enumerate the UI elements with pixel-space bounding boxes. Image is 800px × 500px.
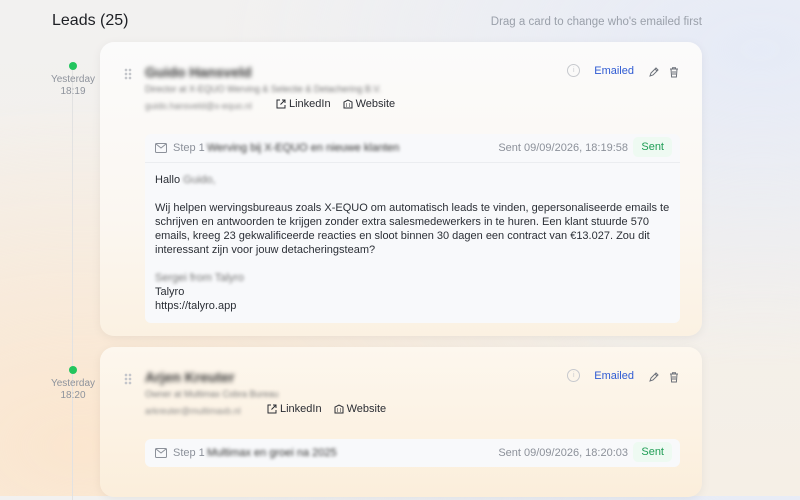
card-actions: i Emailed xyxy=(567,369,680,382)
lead-name: Guido Hansveld xyxy=(145,64,252,80)
drag-hint: Drag a card to change who's emailed firs… xyxy=(490,16,702,28)
timeline-marker: Yesterday 18:20 xyxy=(43,366,103,402)
website-link[interactable]: Website xyxy=(334,403,387,415)
website-link[interactable]: Website xyxy=(343,98,396,110)
timeline-time: 18:20 xyxy=(60,390,86,401)
email-step[interactable]: Step 1 Multimax en groei na 2025 Sent 09… xyxy=(145,439,680,467)
status-dot xyxy=(69,366,77,374)
step-header[interactable]: Step 1 Werving bij X-EQUO en nieuwe klan… xyxy=(145,134,680,163)
drag-handle-icon[interactable] xyxy=(124,68,132,80)
step-label: Step 1 xyxy=(173,447,205,459)
linkedin-link[interactable]: LinkedIn xyxy=(267,403,322,415)
greeting: Hallo xyxy=(155,174,181,186)
delete-icon[interactable] xyxy=(668,370,680,382)
lead-links: LinkedIn Website xyxy=(267,403,386,415)
status-dot xyxy=(69,62,77,70)
sent-badge: Sent xyxy=(633,137,672,157)
lead-links: LinkedIn Website xyxy=(276,98,395,110)
lead-role: Director at X-EQUO Werving & Selectie & … xyxy=(145,84,382,94)
timeline-line xyxy=(72,70,73,500)
status-badge: Emailed xyxy=(594,369,634,382)
website-label: Website xyxy=(355,98,396,110)
info-icon[interactable]: i xyxy=(567,64,581,77)
step-label: Step 1 xyxy=(173,142,205,154)
linkedin-label: LinkedIn xyxy=(280,403,322,415)
external-link-icon xyxy=(267,404,277,414)
email-subject: Multimax en groei na 2025 xyxy=(207,447,337,459)
lead-card[interactable]: Arjen Kreuter Owner at Multimax Cobra Bu… xyxy=(100,347,702,497)
timeline-day: Yesterday xyxy=(50,378,96,389)
timeline-marker: Yesterday 18:19 xyxy=(43,62,103,98)
email-subject: Werving bij X-EQUO en nieuwe klanten xyxy=(207,142,400,154)
sent-badge: Sent xyxy=(633,442,672,462)
edit-icon[interactable] xyxy=(648,370,660,382)
email-body: Hallo Guido, Wij helpen wervingsbureaus … xyxy=(145,163,680,323)
timeline-time: 18:19 xyxy=(60,86,86,97)
delete-icon[interactable] xyxy=(668,65,680,77)
card-actions: i Emailed xyxy=(567,64,680,77)
external-link-icon xyxy=(276,99,286,109)
drag-handle-icon[interactable] xyxy=(124,373,132,385)
website-label: Website xyxy=(346,403,387,415)
email-text: Wij helpen wervingsbureaus zoals X-EQUO … xyxy=(155,202,670,256)
edit-icon[interactable] xyxy=(648,65,660,77)
building-icon xyxy=(343,99,353,109)
greeting-name: Guido, xyxy=(183,174,216,186)
info-icon[interactable]: i xyxy=(567,369,581,382)
lead-email: guido.hansveld@x-equo.nl xyxy=(145,101,252,111)
sent-timestamp: Sent 09/09/2026, 18:19:58 xyxy=(498,142,628,154)
sent-timestamp: Sent 09/09/2026, 18:20:03 xyxy=(498,447,628,459)
mail-icon xyxy=(155,448,167,458)
linkedin-link[interactable]: LinkedIn xyxy=(276,98,331,110)
step-header[interactable]: Step 1 Multimax en groei na 2025 Sent 09… xyxy=(145,439,680,467)
building-icon xyxy=(334,404,344,414)
mail-icon xyxy=(155,143,167,153)
signature-url: https://talyro.app xyxy=(155,300,237,312)
lead-role: Owner at Multimax Cobra Bureau xyxy=(145,389,279,399)
lead-name: Arjen Kreuter xyxy=(145,369,235,385)
email-step[interactable]: Step 1 Werving bij X-EQUO en nieuwe klan… xyxy=(145,134,680,323)
signoff: Sergei from Talyro xyxy=(155,272,245,284)
lead-email: arkreuter@multimaxb.nl xyxy=(145,406,241,416)
linkedin-label: LinkedIn xyxy=(289,98,331,110)
lead-card[interactable]: Guido Hansveld Director at X-EQUO Wervin… xyxy=(100,42,702,336)
timeline-day: Yesterday xyxy=(50,74,96,85)
signature-name: Talyro xyxy=(155,286,185,298)
page-title: Leads (25) xyxy=(52,12,129,29)
status-badge: Emailed xyxy=(594,64,634,77)
